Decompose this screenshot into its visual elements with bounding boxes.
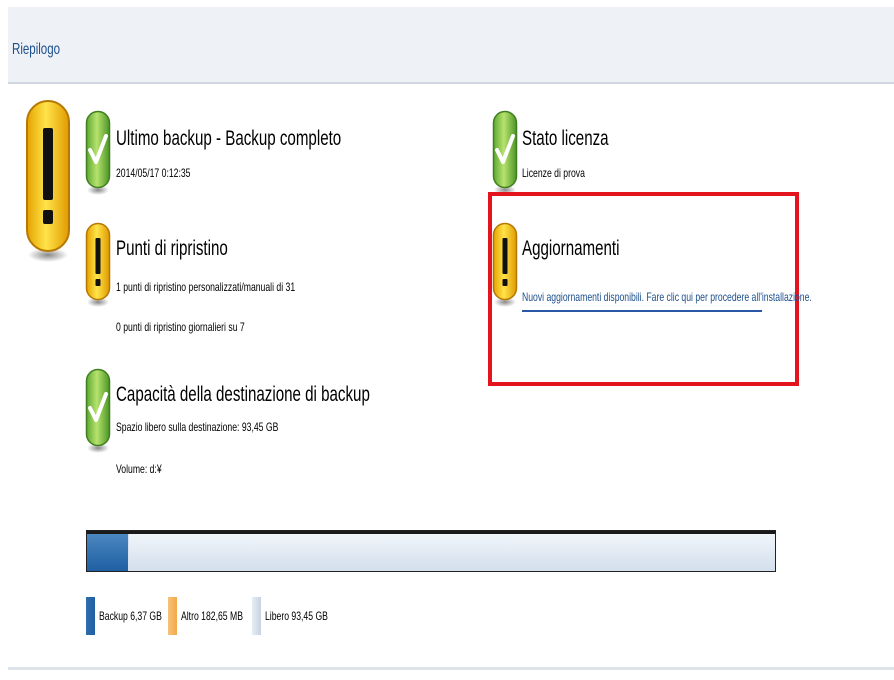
capacity-title: Capacità della destinazione di backup <box>116 383 370 406</box>
legend-backup-swatch <box>86 597 95 635</box>
page-title: Riepilogo <box>12 41 61 58</box>
legend-backup-label: Backup 6,37 GB <box>99 609 162 623</box>
restore-points-custom: 1 punti di ripristino personalizzati/man… <box>116 280 296 294</box>
legend-free-swatch <box>252 597 261 635</box>
summary-bottom-border <box>8 667 894 670</box>
summary-header: Riepilogo <box>8 7 894 84</box>
install-updates-link[interactable]: Nuovi aggiornamenti disponibili. Fare cl… <box>522 290 894 304</box>
legend-free-label: Libero 93,45 GB <box>265 609 328 623</box>
storage-usage-bar <box>86 530 776 572</box>
backup-date: 2014/05/17 0:12:35 <box>116 166 191 180</box>
storage-bar-backup-segment <box>87 531 128 571</box>
storage-bar-free-segment <box>129 531 775 571</box>
backup-check-icon <box>85 110 111 195</box>
updates-warning-icon <box>492 222 518 307</box>
updates-title: Aggiornamenti <box>522 237 620 260</box>
capacity-volume: Volume: d:¥ <box>116 462 162 476</box>
capacity-free-space: Spazio libero sulla destinazione: 93,45 … <box>116 420 279 434</box>
legend-free: Libero 93,45 GB <box>252 597 352 635</box>
license-check-icon <box>492 110 518 195</box>
updates-highlight-box <box>488 192 799 386</box>
license-status: Licenze di prova <box>522 166 585 180</box>
overall-warning-icon <box>26 100 70 262</box>
capacity-check-icon <box>85 368 111 453</box>
legend-other-swatch <box>168 597 177 635</box>
install-updates-link-underline <box>522 310 762 312</box>
storage-bar-top-edge <box>87 531 775 534</box>
license-title: Stato licenza <box>522 127 609 150</box>
backup-title: Ultimo backup - Backup completo <box>116 127 342 150</box>
restore-points-daily: 0 punti di ripristino giornalieri su 7 <box>116 320 245 334</box>
restore-points-title: Punti di ripristino <box>116 237 228 260</box>
restore-warning-icon <box>85 222 111 307</box>
legend-other-label: Altro 182,65 MB <box>181 609 243 623</box>
